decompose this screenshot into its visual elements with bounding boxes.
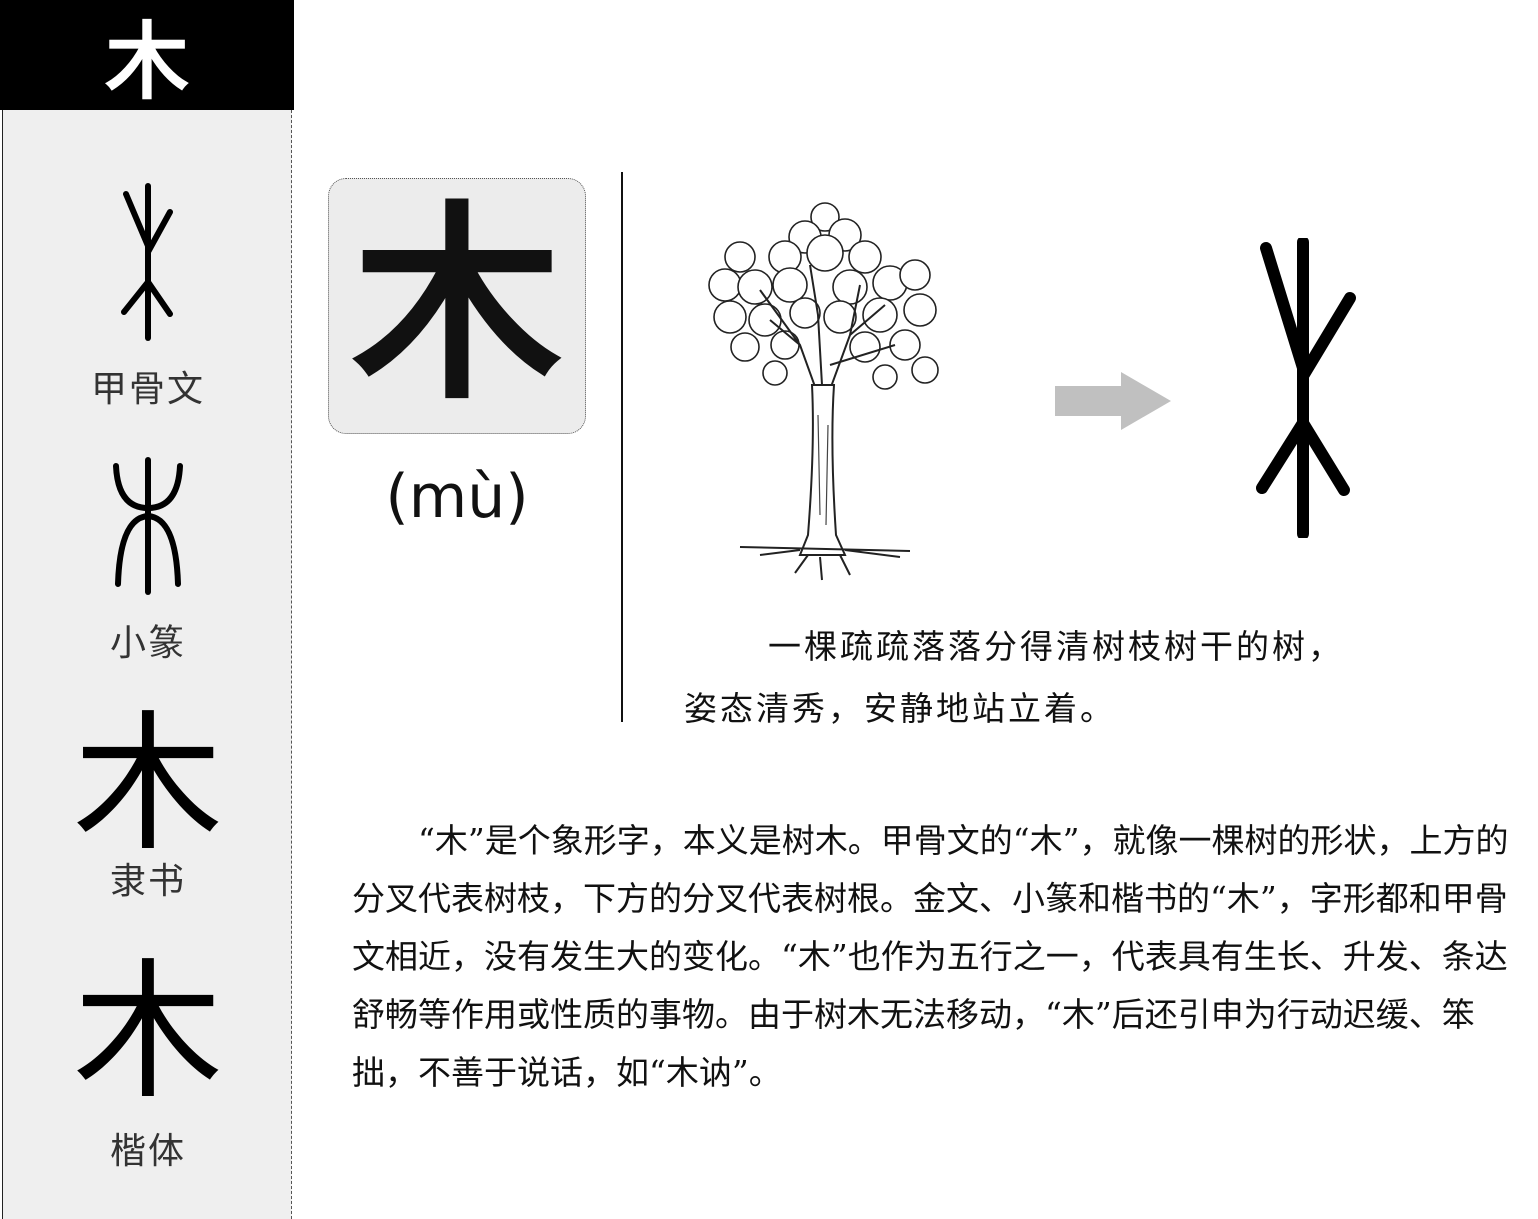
caption-line-1: 一棵疏疏落落分得清树枝树干的树， <box>768 627 1344 666</box>
sidebar-label-regular: 楷体 <box>109 1131 186 1172</box>
main-character: 木 <box>351 183 562 428</box>
oracle-bone-glyph-large <box>1248 236 1358 542</box>
sidebar-label-clerical: 隶书 <box>109 861 186 902</box>
tree-illustration <box>700 195 950 589</box>
sidebar-label-small-seal: 小篆 <box>109 623 186 664</box>
description-paragraph: “木”是个象形字，本义是树木。甲骨文的“木”，就像一棵树的形状，上方的分叉代表树… <box>352 821 1509 1092</box>
main-character-box: 木 <box>328 178 586 434</box>
regular-script-glyph: 木 <box>72 946 223 1120</box>
small-seal-glyph <box>3 456 293 596</box>
sidebar-label-oracle: 甲骨文 <box>90 369 205 410</box>
arrow-right-icon <box>1055 372 1171 434</box>
pinyin: (mù) <box>385 462 529 532</box>
divider-line <box>621 172 623 722</box>
script-evolution-sidebar: 甲骨文 小篆 木 隶书 木 楷体 <box>2 110 292 1219</box>
clerical-script-glyph: 木 <box>72 698 223 872</box>
oracle-bone-glyph <box>3 182 293 342</box>
caption-line-2: 姿态清秀，安静地站立着。 <box>684 689 1116 728</box>
page-header-character: 木 <box>0 0 294 111</box>
